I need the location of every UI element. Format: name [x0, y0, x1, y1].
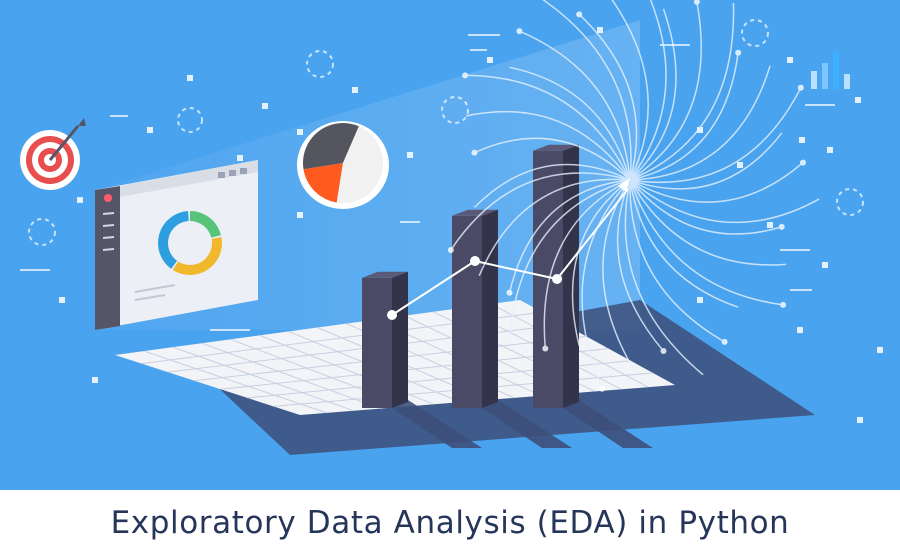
decor-dot: [697, 297, 703, 303]
decor-dot: [857, 417, 863, 423]
fiber-ray-dot: [471, 149, 478, 156]
fiber-ray-dot: [660, 348, 667, 355]
decor-dot: [767, 222, 773, 228]
fiber-ray-dot: [797, 84, 804, 91]
decor-dot: [147, 127, 153, 133]
decor-dot: [855, 97, 861, 103]
decor-dot: [92, 377, 98, 383]
mini-bar-chart-icon: [811, 52, 850, 89]
target-icon: [20, 118, 86, 190]
fiber-ray-dot: [462, 72, 469, 79]
fiber-ray-dot: [721, 338, 728, 345]
bar: [362, 277, 392, 408]
fiber-ray-dot: [735, 49, 742, 56]
decor-dot: [597, 27, 603, 33]
decor-dot: [822, 262, 828, 268]
decor-dot: [59, 297, 65, 303]
caption-text: Exploratory Data Analysis (EDA) in Pytho…: [110, 505, 790, 541]
decor-dot: [237, 155, 243, 161]
decor-dot: [877, 347, 883, 353]
decor-dot: [352, 87, 358, 93]
fiber-ray-dot: [506, 289, 513, 296]
bar: [452, 215, 482, 408]
fiber-ray: [629, 179, 787, 266]
fiber-ray: [629, 3, 735, 181]
decor-dot: [297, 212, 303, 218]
illustration-canvas: Exploratory Data Analysis (EDA) in Pytho…: [0, 0, 900, 556]
fiber-ray-dot: [576, 11, 583, 18]
fiber-ray: [629, 65, 771, 181]
trend-dot: [470, 256, 480, 266]
fiber-ray-dot: [599, 385, 606, 392]
fiber-ray-dot: [516, 28, 523, 35]
fiber-ray-dot: [780, 301, 787, 308]
decor-dot: [827, 147, 833, 153]
trend-dot: [387, 310, 397, 320]
decor-dot: [407, 152, 413, 158]
decor-dot: [297, 129, 303, 135]
decor-dot: [487, 57, 493, 63]
bar-side: [392, 271, 408, 408]
eda-illustration: [20, 0, 883, 455]
fiber-ray: [629, 52, 739, 181]
fiber-ray-dot: [799, 159, 806, 166]
decor-dot: [787, 57, 793, 63]
fiber-ray-dot: [693, 0, 700, 5]
decor-dot: [187, 75, 193, 81]
trend-dot: [552, 274, 562, 284]
fiber-ray-dot: [778, 223, 785, 230]
caption-band: Exploratory Data Analysis (EDA) in Pytho…: [0, 490, 900, 556]
decor-dot: [737, 162, 743, 168]
fiber-ray-dot: [447, 246, 454, 253]
bar-side: [482, 209, 498, 408]
decor-dot: [262, 103, 268, 109]
pie-chart-icon: [297, 121, 389, 209]
decor-dot: [77, 197, 83, 203]
decor-dot: [797, 327, 803, 333]
decor-dot: [799, 137, 805, 143]
fiber-ray-dot: [542, 345, 549, 352]
